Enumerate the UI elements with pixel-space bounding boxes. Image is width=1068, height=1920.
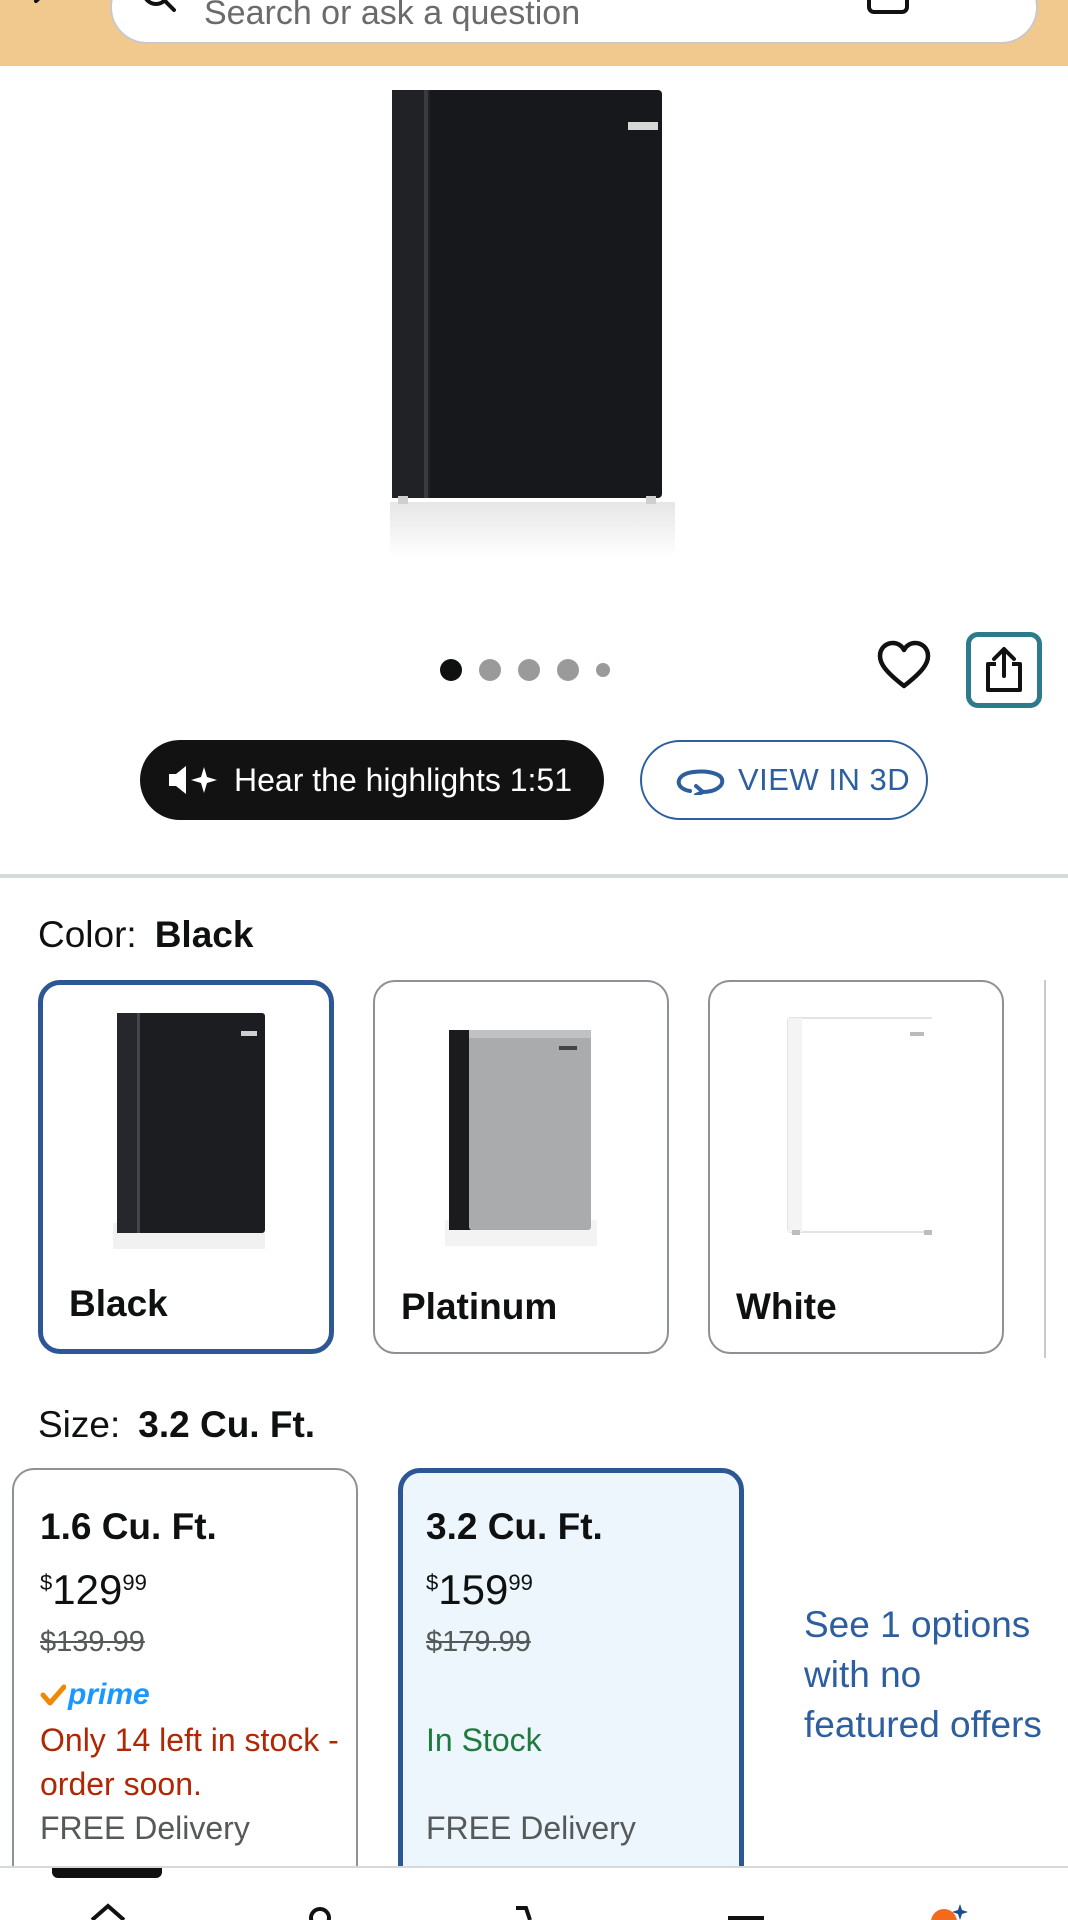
color-label: Color:	[38, 914, 137, 955]
carousel-dot[interactable]	[596, 663, 610, 677]
hear-highlights-label: Hear the highlights 1:51	[234, 761, 572, 798]
size-option-title: 3.2 Cu. Ft.	[426, 1506, 603, 1547]
black-fridge-thumbnail	[113, 1013, 265, 1249]
color-option-white[interactable]: White	[708, 980, 1004, 1354]
list-price: $139.99	[40, 1626, 145, 1658]
rotate-3d-icon	[676, 769, 725, 795]
heart-icon[interactable]	[876, 638, 932, 694]
color-option-label: White	[736, 1286, 837, 1327]
carousel-dot-active[interactable]	[440, 659, 462, 681]
size-label: Size:	[38, 1404, 121, 1445]
share-button[interactable]	[966, 632, 1042, 708]
prime-badge: prime	[40, 1678, 150, 1712]
menu-icon[interactable]	[724, 1900, 768, 1920]
size-heading: Size: 3.2 Cu. Ft.	[38, 1404, 315, 1446]
stock-status: In Stock	[426, 1722, 542, 1758]
white-fridge-thumbnail	[787, 1017, 932, 1235]
color-option-label: Platinum	[401, 1286, 558, 1327]
see-more-options-link[interactable]: See 1 options with no featured offers	[804, 1600, 1044, 1750]
delivery-info: FREE Delivery	[426, 1810, 636, 1846]
rufus-icon[interactable]	[924, 1900, 968, 1920]
size-option-1-6[interactable]: 1.6 Cu. Ft. $12999 $139.99 prime Only 14…	[12, 1468, 358, 1920]
image-carousel-dots[interactable]	[440, 658, 610, 682]
color-option-platinum[interactable]: Platinum	[373, 980, 669, 1354]
price-whole: 129	[52, 1566, 123, 1613]
camera-icon[interactable]	[866, 0, 910, 18]
color-option-black[interactable]: Black	[38, 980, 334, 1354]
prime-logo-text: prime	[68, 1678, 150, 1711]
account-icon[interactable]	[298, 1900, 342, 1920]
size-selected-value: 3.2 Cu. Ft.	[138, 1404, 316, 1445]
delivery-info: FREE Delivery	[40, 1810, 250, 1846]
scroll-indicator	[52, 1868, 162, 1878]
section-divider	[0, 874, 1068, 878]
hear-highlights-button[interactable]: Hear the highlights 1:51	[140, 740, 604, 820]
price-currency: $	[426, 1570, 439, 1595]
stock-status: Only 14 left in stock - order soon.	[40, 1722, 339, 1802]
search-icon	[144, 0, 176, 12]
home-icon[interactable]	[86, 1900, 130, 1920]
price-fraction: 99	[508, 1570, 533, 1595]
view-in-3d-button[interactable]: VIEW IN 3D	[640, 740, 928, 820]
carousel-dot[interactable]	[479, 659, 501, 681]
size-option-price: $12999	[40, 1566, 147, 1614]
share-icon	[986, 647, 1022, 692]
color-carousel-edge	[1044, 980, 1046, 1358]
search-header: Search or ask a question	[0, 0, 1068, 66]
carousel-dot[interactable]	[557, 659, 579, 681]
size-option-price: $15999	[426, 1566, 533, 1614]
view-in-3d-label: VIEW IN 3D	[738, 762, 911, 797]
back-arrow-icon[interactable]	[28, 0, 58, 16]
price-currency: $	[40, 1570, 53, 1595]
price-whole: 159	[438, 1566, 509, 1613]
search-input[interactable]: Search or ask a question	[110, 0, 1038, 44]
product-image[interactable]	[380, 82, 680, 562]
microphone-icon[interactable]	[954, 0, 994, 16]
speaker-sparkle-icon	[169, 766, 217, 794]
cart-icon[interactable]	[508, 1900, 552, 1920]
search-placeholder: Search or ask a question	[204, 0, 581, 32]
color-heading: Color: Black	[38, 914, 253, 956]
carousel-dot[interactable]	[518, 659, 540, 681]
color-selected-value: Black	[154, 914, 254, 955]
platinum-fridge-thumbnail	[445, 1030, 597, 1246]
size-option-title: 1.6 Cu. Ft.	[40, 1506, 217, 1547]
list-price: $179.99	[426, 1626, 531, 1658]
prime-check-icon	[40, 1684, 66, 1706]
color-option-label: Black	[69, 1283, 168, 1324]
size-option-3-2[interactable]: 3.2 Cu. Ft. $15999 $179.99 In Stock FREE…	[398, 1468, 744, 1920]
price-fraction: 99	[122, 1570, 147, 1595]
